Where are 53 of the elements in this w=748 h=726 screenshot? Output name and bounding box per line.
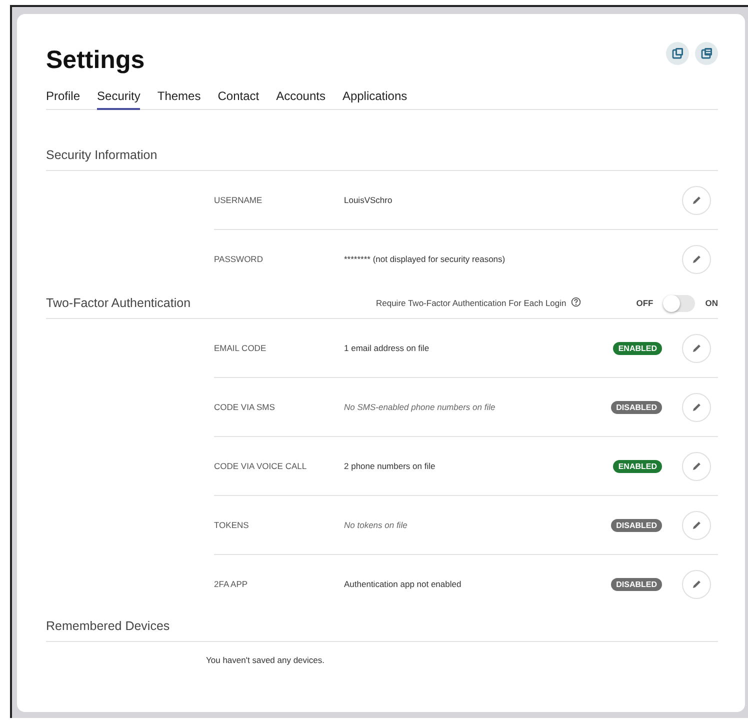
field-value: ******** (not displayed for security reasons) [344,254,506,264]
edit-button[interactable] [682,510,711,540]
status-badge: DISABLED [611,578,662,590]
method-value: No SMS-enabled phone numbers on file [344,402,496,412]
edit-button[interactable] [682,570,711,598]
method-value: Authentication app not enabled [344,579,462,589]
edit-button[interactable] [682,186,711,214]
edit-button[interactable] [682,334,711,362]
requirement-label: Require Two-Factor Authentication For Each Login [376,298,566,308]
method-label: EMAIL CODE [214,343,268,353]
pencil-icon [692,579,702,589]
status-badge: DISABLED [611,400,662,414]
status-badge: DISABLED [611,518,662,532]
document-icon [700,47,712,59]
empty-message: You haven't saved any devices. [206,655,326,665]
edit-button[interactable] [682,244,711,274]
field-label: PASSWORD [214,254,264,264]
field-value: LouisVSchro [344,195,394,205]
method-label: TOKENS [214,520,250,530]
edit-button[interactable] [682,452,711,480]
pencil-icon [692,520,702,530]
status-badge: ENABLED [613,342,662,354]
popout-button[interactable] [666,42,689,64]
tab[interactable]: Applications [342,86,408,110]
pencil-icon [692,461,702,471]
method-value: 1 email address on file [344,343,430,353]
method-label: CODE VIA SMS [214,402,276,412]
method-value: No tokens on file [344,520,408,530]
tab[interactable]: Security [97,86,140,110]
page-title: Settings [46,45,145,76]
tab[interactable]: Themes [157,86,201,110]
method-label: 2FA APP [214,579,249,589]
field-label: USERNAME [214,195,264,205]
section-heading: Two-Factor Authentication [46,296,192,310]
status-badge: ENABLED [613,460,662,472]
method-label: CODE VIA VOICE CALL [214,461,308,471]
section-heading: Remembered Devices [46,619,170,633]
section-heading: Security Information [46,148,158,162]
toggle-off-label: OFF [636,298,654,308]
toggle-switch[interactable] [663,294,696,312]
edit-button[interactable] [682,392,711,422]
toggle-on-label: ON [705,298,718,308]
method-value: 2 phone numbers on file [344,461,436,471]
pencil-icon [692,195,702,205]
pencil-icon [692,254,702,264]
copy-button[interactable] [695,42,718,64]
help-icon[interactable] [571,297,582,307]
tab[interactable]: Profile [46,86,80,110]
window-icon [672,47,684,59]
pencil-icon [692,343,702,353]
tab[interactable]: Contact [218,86,260,110]
pencil-icon [692,402,702,412]
tab[interactable]: Accounts [276,86,326,110]
